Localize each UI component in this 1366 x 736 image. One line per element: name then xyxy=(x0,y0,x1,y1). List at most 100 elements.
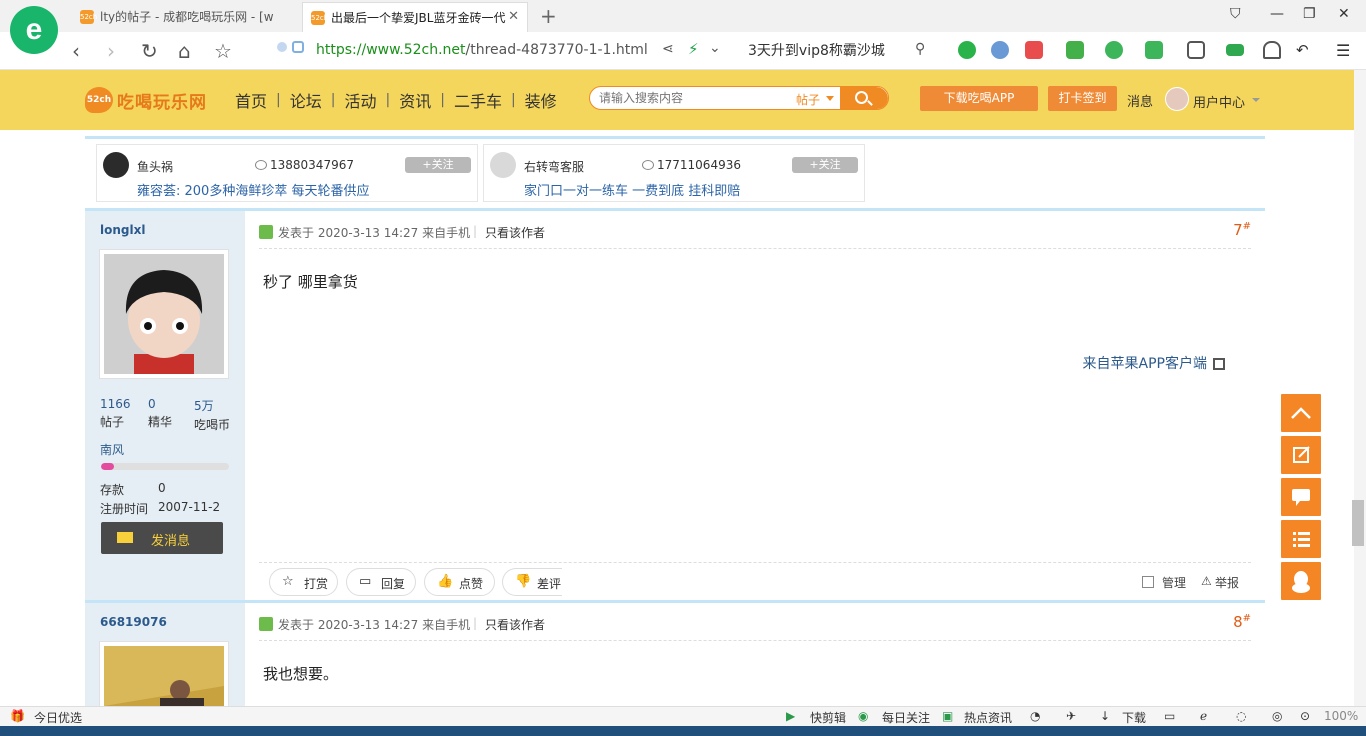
user-center-link[interactable]: 用户中心 xyxy=(1193,92,1245,111)
adblock-ext-icon[interactable] xyxy=(991,41,1009,59)
search-hint[interactable]: 3天升到vip8称霸沙城 xyxy=(748,40,885,60)
hot-news-link[interactable]: 热点资讯 xyxy=(964,709,1012,726)
forward-icon[interactable]: › xyxy=(107,39,115,63)
user-rank[interactable]: 南风 xyxy=(100,441,124,458)
manage-checkbox[interactable] xyxy=(1142,576,1154,588)
headphones-icon[interactable] xyxy=(1263,41,1281,59)
refresh-icon[interactable]: ↻ xyxy=(141,39,158,63)
checkin-button[interactable]: 打卡签到 xyxy=(1048,86,1117,111)
ad-card[interactable]: 右转弯客服 17711064936 +关注 家门口一对一练车 一费到底 挂科即赔 xyxy=(483,144,865,202)
reward-button[interactable]: ☆ 打赏 xyxy=(269,568,338,596)
nav-decoration[interactable]: 装修 xyxy=(525,88,557,112)
window-icon[interactable]: ▭ xyxy=(1164,709,1175,723)
report-icon[interactable]: ⚠ xyxy=(1201,574,1212,588)
nav-forum[interactable]: 论坛 xyxy=(290,88,322,112)
send-message-button[interactable]: 发消息 xyxy=(101,522,223,554)
dislike-button[interactable]: 👎 差评 xyxy=(502,568,562,596)
menu-icon[interactable]: ☰ xyxy=(1336,41,1354,60)
zoom-level[interactable]: 100% xyxy=(1324,709,1358,723)
site-logo[interactable]: 52ch 吃喝玩乐网 xyxy=(85,85,218,115)
gift-icon[interactable]: 🎁 xyxy=(10,709,25,723)
floor-number[interactable]: 8# xyxy=(1233,613,1251,631)
from-app-link[interactable]: 来自苹果APP客户端 xyxy=(1083,353,1207,373)
chevron-down-icon[interactable]: ⌄ xyxy=(709,40,721,56)
apps-grid-icon[interactable] xyxy=(1187,41,1205,59)
home-icon[interactable]: ⌂ xyxy=(178,39,191,63)
floor-number[interactable]: 7# xyxy=(1233,221,1251,239)
back-icon[interactable]: ‹ xyxy=(72,39,80,63)
author-avatar[interactable] xyxy=(99,641,229,706)
share-icon[interactable]: ⋖ xyxy=(662,41,674,57)
search-button[interactable] xyxy=(840,87,888,109)
today-picks-link[interactable]: 今日优选 xyxy=(34,709,82,726)
author-name[interactable]: longlxl xyxy=(100,223,145,237)
scissors-icon[interactable] xyxy=(1025,41,1043,59)
close-window-button[interactable]: ✕ xyxy=(1338,6,1350,22)
author-name[interactable]: 66819076 xyxy=(100,615,167,629)
manage-link[interactable]: 管理 xyxy=(1162,574,1186,591)
shirt-skin-icon[interactable]: ⛉ xyxy=(1230,6,1241,22)
sound-icon[interactable]: ◎ xyxy=(1272,709,1282,723)
translate-ext-icon[interactable] xyxy=(1066,41,1084,59)
browser-e-icon[interactable]: ℯ xyxy=(1200,709,1207,723)
only-author-link[interactable]: 只看该作者 xyxy=(485,224,545,241)
deposit-value: 0 xyxy=(158,481,166,495)
author-avatar[interactable] xyxy=(99,249,229,379)
report-link[interactable]: 举报 xyxy=(1215,574,1239,591)
back-to-top-button[interactable] xyxy=(1281,394,1321,432)
favorite-star-icon[interactable]: ☆ xyxy=(214,39,232,63)
new-tab-button[interactable]: + xyxy=(540,4,557,28)
restore-button[interactable]: ❐ xyxy=(1303,6,1316,22)
pin-icon[interactable]: ✈ xyxy=(1066,709,1076,723)
yen-ext-icon[interactable] xyxy=(1105,41,1123,59)
wechat-ext-icon[interactable] xyxy=(958,41,976,59)
vertical-scrollbar[interactable] xyxy=(1354,70,1366,706)
daily-follow-link[interactable]: 每日关注 xyxy=(882,709,930,726)
browser-logo-icon[interactable]: e xyxy=(10,6,58,54)
download-link[interactable]: 下载 xyxy=(1122,709,1146,726)
close-tab-icon[interactable]: ✕ xyxy=(508,9,519,24)
stat-coins[interactable]: 5万 吃喝币 xyxy=(194,397,230,433)
site-search-input[interactable] xyxy=(590,87,790,109)
quick-reply-button[interactable] xyxy=(1281,478,1321,516)
download-icon[interactable]: ↓ xyxy=(1100,709,1110,723)
url-input[interactable]: https://www.52ch.net/thread-4873770-1-1.… xyxy=(270,38,730,64)
search-scope-select[interactable]: 帖子 xyxy=(796,91,820,108)
nav-events[interactable]: 活动 xyxy=(344,88,376,112)
lightning-icon[interactable]: ⚡ xyxy=(688,40,699,58)
nav-news[interactable]: 资讯 xyxy=(399,88,431,112)
stat-digest[interactable]: 0 精华 xyxy=(148,397,172,430)
qq-button[interactable] xyxy=(1281,562,1321,600)
ad-card[interactable]: 鱼头祸 13880347967 +关注 雍容荟: 200多种海鲜珍萃 每天轮番供… xyxy=(96,144,478,202)
qrcode-icon[interactable] xyxy=(1213,358,1225,370)
scrollbar-thumb[interactable] xyxy=(1352,500,1364,546)
ad-description[interactable]: 雍容荟: 200多种海鲜珍萃 每天轮番供应 xyxy=(137,180,369,199)
list-button[interactable] xyxy=(1281,520,1321,558)
messages-link[interactable]: 消息 xyxy=(1127,91,1153,110)
only-author-link[interactable]: 只看该作者 xyxy=(485,616,545,633)
lock-status-icon[interactable]: ◌ xyxy=(1236,709,1246,723)
chevron-down-icon[interactable] xyxy=(826,96,834,101)
speed-icon[interactable]: ◔ xyxy=(1030,709,1040,723)
quick-clip-link[interactable]: 快剪辑 xyxy=(810,709,846,726)
nav-home[interactable]: 首页 xyxy=(235,88,267,112)
tab-thread-list[interactable]: 52ch lty的帖子 - 成都吃喝玩乐网 - [w xyxy=(72,2,298,32)
user-avatar[interactable] xyxy=(1165,87,1189,111)
ad-description[interactable]: 家门口一对一练车 一费到底 挂科即赔 xyxy=(524,180,740,199)
download-app-button[interactable]: 下载吃喝APP xyxy=(920,86,1038,111)
undo-icon[interactable]: ↶ xyxy=(1296,41,1314,59)
like-button[interactable]: 👍 点赞 xyxy=(424,568,495,596)
new-post-button[interactable] xyxy=(1281,436,1321,474)
chevron-down-icon[interactable] xyxy=(1252,98,1260,102)
follow-button[interactable]: +关注 xyxy=(792,157,858,173)
battery-icon[interactable] xyxy=(1226,44,1244,56)
zoom-icon[interactable]: ⊙ xyxy=(1300,709,1310,723)
search-icon[interactable]: ⚲ xyxy=(915,41,925,57)
tab-current-thread[interactable]: 52ch 出最后一个挚爱JBL蓝牙金砖一代 ✕ xyxy=(302,2,528,32)
game-ext-icon[interactable] xyxy=(1145,41,1163,59)
follow-button[interactable]: +关注 xyxy=(405,157,471,173)
nav-used-cars[interactable]: 二手车 xyxy=(454,88,502,112)
stat-posts[interactable]: 1166 帖子 xyxy=(100,397,131,430)
reply-button[interactable]: ▭ 回复 xyxy=(346,568,416,596)
minimize-button[interactable]: — xyxy=(1270,6,1284,22)
